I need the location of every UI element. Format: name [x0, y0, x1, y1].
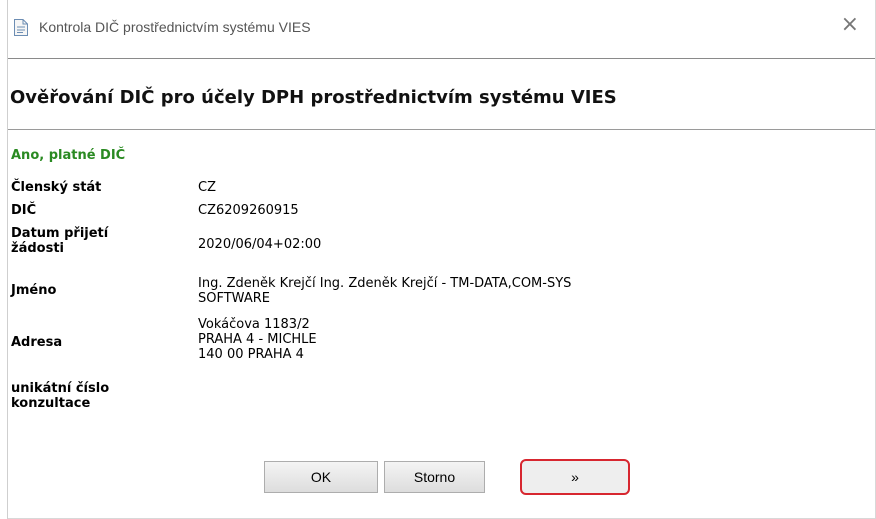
label-address: Adresa [11, 335, 63, 350]
dialog-window: Kontrola DIČ prostřednictvím systému VIE… [0, 0, 876, 519]
document-icon [14, 19, 28, 36]
ok-button[interactable]: OK [264, 461, 378, 493]
label-vat-id: DIČ [11, 203, 37, 218]
value-address: Vokáčova 1183/2 PRAHA 4 - MICHLE 140 00 … [198, 317, 317, 362]
cancel-button[interactable]: Storno [384, 461, 485, 493]
more-button[interactable]: » [520, 459, 630, 495]
label-consultation-number: unikátní číslo konzultace [11, 381, 110, 411]
left-frame [0, 0, 8, 519]
value-vat-id: CZ6209260915 [198, 203, 299, 218]
value-member-state: CZ [198, 180, 216, 195]
value-name: Ing. Zdeněk Krejčí Ing. Zdeněk Krejčí - … [198, 276, 572, 306]
label-name: Jméno [11, 283, 57, 298]
page-heading: Ověřování DIČ pro účely DPH prostřednict… [10, 87, 617, 108]
heading-panel: Ověřování DIČ pro účely DPH prostřednict… [8, 59, 875, 130]
validity-status: Ano, platné DIČ [11, 148, 126, 163]
value-request-date: 2020/06/04+02:00 [198, 237, 322, 252]
window-title: Kontrola DIČ prostřednictvím systému VIE… [39, 19, 311, 35]
close-icon[interactable]: × [841, 14, 859, 36]
label-request-date: Datum přijetí žádosti [11, 226, 109, 256]
title-bar: Kontrola DIČ prostřednictvím systému VIE… [8, 0, 875, 59]
label-member-state: Členský stát [11, 180, 102, 195]
